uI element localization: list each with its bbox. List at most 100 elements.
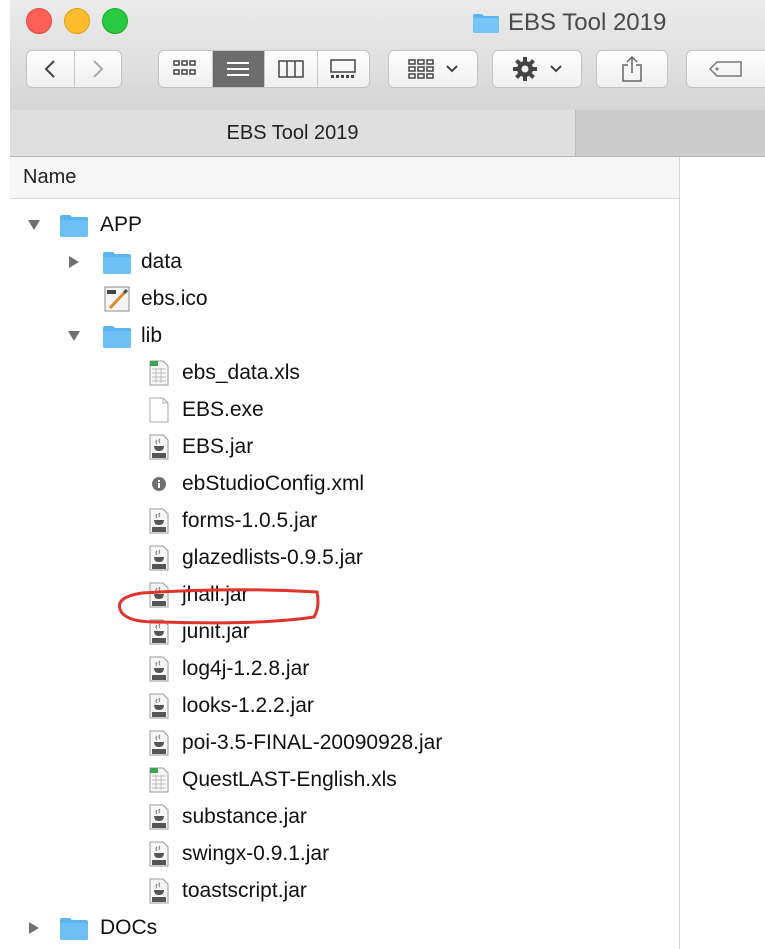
disclosure-triangle[interactable] (25, 216, 43, 234)
jar-file-icon (149, 582, 169, 608)
minimize-button[interactable] (64, 8, 90, 34)
file-rows: APP data ebs.ico lib ebs_data.xls EBS.exe EBS.… (10, 207, 679, 947)
list-item[interactable]: poi-3.5-FINAL-20090928.jar (10, 725, 679, 762)
tab-bar: EBS Tool 2019 (10, 110, 765, 157)
jar-file-icon (149, 656, 169, 682)
file-icon (144, 397, 174, 423)
file-name: junit.jar (182, 620, 250, 643)
name-column-header[interactable]: Name (10, 157, 679, 199)
chevron-down-icon (446, 65, 458, 73)
file-icon (144, 472, 174, 496)
jar-file-icon (149, 878, 169, 904)
group-button[interactable] (388, 50, 478, 88)
zoom-button[interactable] (102, 8, 128, 34)
file-icon (144, 619, 174, 645)
action-button[interactable] (492, 50, 582, 88)
file-name: APP (100, 213, 143, 236)
folder-icon (60, 215, 88, 237)
file-name: looks-1.2.2.jar (182, 694, 314, 717)
list-item[interactable]: data (10, 244, 679, 281)
file-name: toastscript.jar (182, 879, 307, 902)
view-mode-control (158, 50, 370, 88)
file-name: EBS.exe (182, 398, 264, 421)
list-item[interactable]: lib (10, 318, 679, 355)
file-icon (144, 545, 174, 571)
disclosure-collapsed-icon (69, 256, 79, 268)
file-list: Name APP data ebs.ico lib ebs_data.xls EBS.ex… (10, 157, 680, 949)
gallery-view-icon (330, 59, 356, 78)
list-item[interactable]: QuestLAST-English.xls (10, 762, 679, 799)
disclosure-triangle[interactable] (65, 327, 83, 345)
file-name: EBS.jar (182, 435, 254, 458)
jar-file-icon (149, 841, 169, 867)
list-item[interactable]: swingx-0.9.1.jar (10, 836, 679, 873)
disclosure-expanded-icon (28, 220, 40, 230)
forward-button[interactable] (73, 51, 121, 87)
chevron-left-icon (45, 60, 56, 78)
list-view-button[interactable] (211, 51, 264, 87)
file-icon (144, 767, 174, 793)
jar-file-icon (149, 804, 169, 830)
list-item[interactable]: ebStudioConfig.xml (10, 466, 679, 503)
jar-file-icon (149, 693, 169, 719)
disclosure-triangle[interactable] (25, 919, 43, 937)
gallery-view-button[interactable] (316, 51, 370, 87)
list-item[interactable]: DOCs (10, 910, 679, 947)
folder-icon (60, 918, 88, 940)
info-icon (152, 477, 166, 491)
jar-file-icon (149, 545, 169, 571)
file-icon (144, 804, 174, 830)
list-item[interactable]: EBS.exe (10, 392, 679, 429)
icon-view-button[interactable] (159, 51, 212, 87)
file-icon (144, 878, 174, 904)
gear-icon (513, 57, 537, 81)
list-item[interactable]: ebs_data.xls (10, 355, 679, 392)
file-name: ebs.ico (141, 287, 208, 310)
jar-file-icon (149, 434, 169, 460)
folder-icon (473, 14, 499, 33)
list-item[interactable]: ebs.ico (10, 281, 679, 318)
list-item[interactable]: jhall.jar (10, 577, 679, 614)
document-icon (149, 397, 169, 423)
list-item[interactable]: log4j-1.2.8.jar (10, 651, 679, 688)
file-name: ebStudioConfig.xml (182, 472, 365, 495)
file-icon (59, 916, 89, 940)
folder-icon (103, 252, 131, 274)
file-icon (102, 324, 132, 348)
list-item[interactable]: APP (10, 207, 679, 244)
close-button[interactable] (26, 8, 52, 34)
list-item[interactable]: forms-1.0.5.jar (10, 503, 679, 540)
tab-bar-empty-area (576, 110, 765, 156)
list-item[interactable]: glazedlists-0.9.5.jar (10, 540, 679, 577)
file-icon (144, 656, 174, 682)
file-icon (144, 582, 174, 608)
list-view-icon (227, 62, 250, 76)
chevron-down-icon (550, 65, 562, 73)
list-item[interactable]: EBS.jar (10, 429, 679, 466)
file-name: glazedlists-0.9.5.jar (182, 546, 363, 569)
share-button[interactable] (596, 50, 668, 88)
back-button[interactable] (27, 51, 74, 87)
file-name: DOCs (100, 916, 158, 939)
spreadsheet-file-icon (149, 767, 169, 793)
group-icon (408, 59, 434, 79)
tab-ebs-tool-2019[interactable]: EBS Tool 2019 (10, 110, 576, 156)
tag-button[interactable] (686, 50, 765, 88)
list-item[interactable]: junit.jar (10, 614, 679, 651)
chevron-right-icon (93, 60, 104, 78)
disclosure-triangle[interactable] (65, 253, 83, 271)
file-name: swingx-0.9.1.jar (182, 842, 330, 865)
file-name: QuestLAST-English.xls (182, 768, 397, 791)
file-icon (102, 250, 132, 274)
file-icon (59, 213, 89, 237)
list-item[interactable]: substance.jar (10, 799, 679, 836)
file-name: substance.jar (182, 805, 307, 828)
share-icon (622, 55, 642, 82)
jar-file-icon (149, 508, 169, 534)
list-item[interactable]: toastscript.jar (10, 873, 679, 910)
column-view-button[interactable] (264, 51, 317, 87)
list-item[interactable]: looks-1.2.2.jar (10, 688, 679, 725)
finder-window: EBS Tool 2019 EBS Tool 2019 Name APP dat… (10, 0, 765, 949)
file-name: data (141, 250, 182, 273)
window-title: EBS Tool 2019 (472, 8, 666, 38)
